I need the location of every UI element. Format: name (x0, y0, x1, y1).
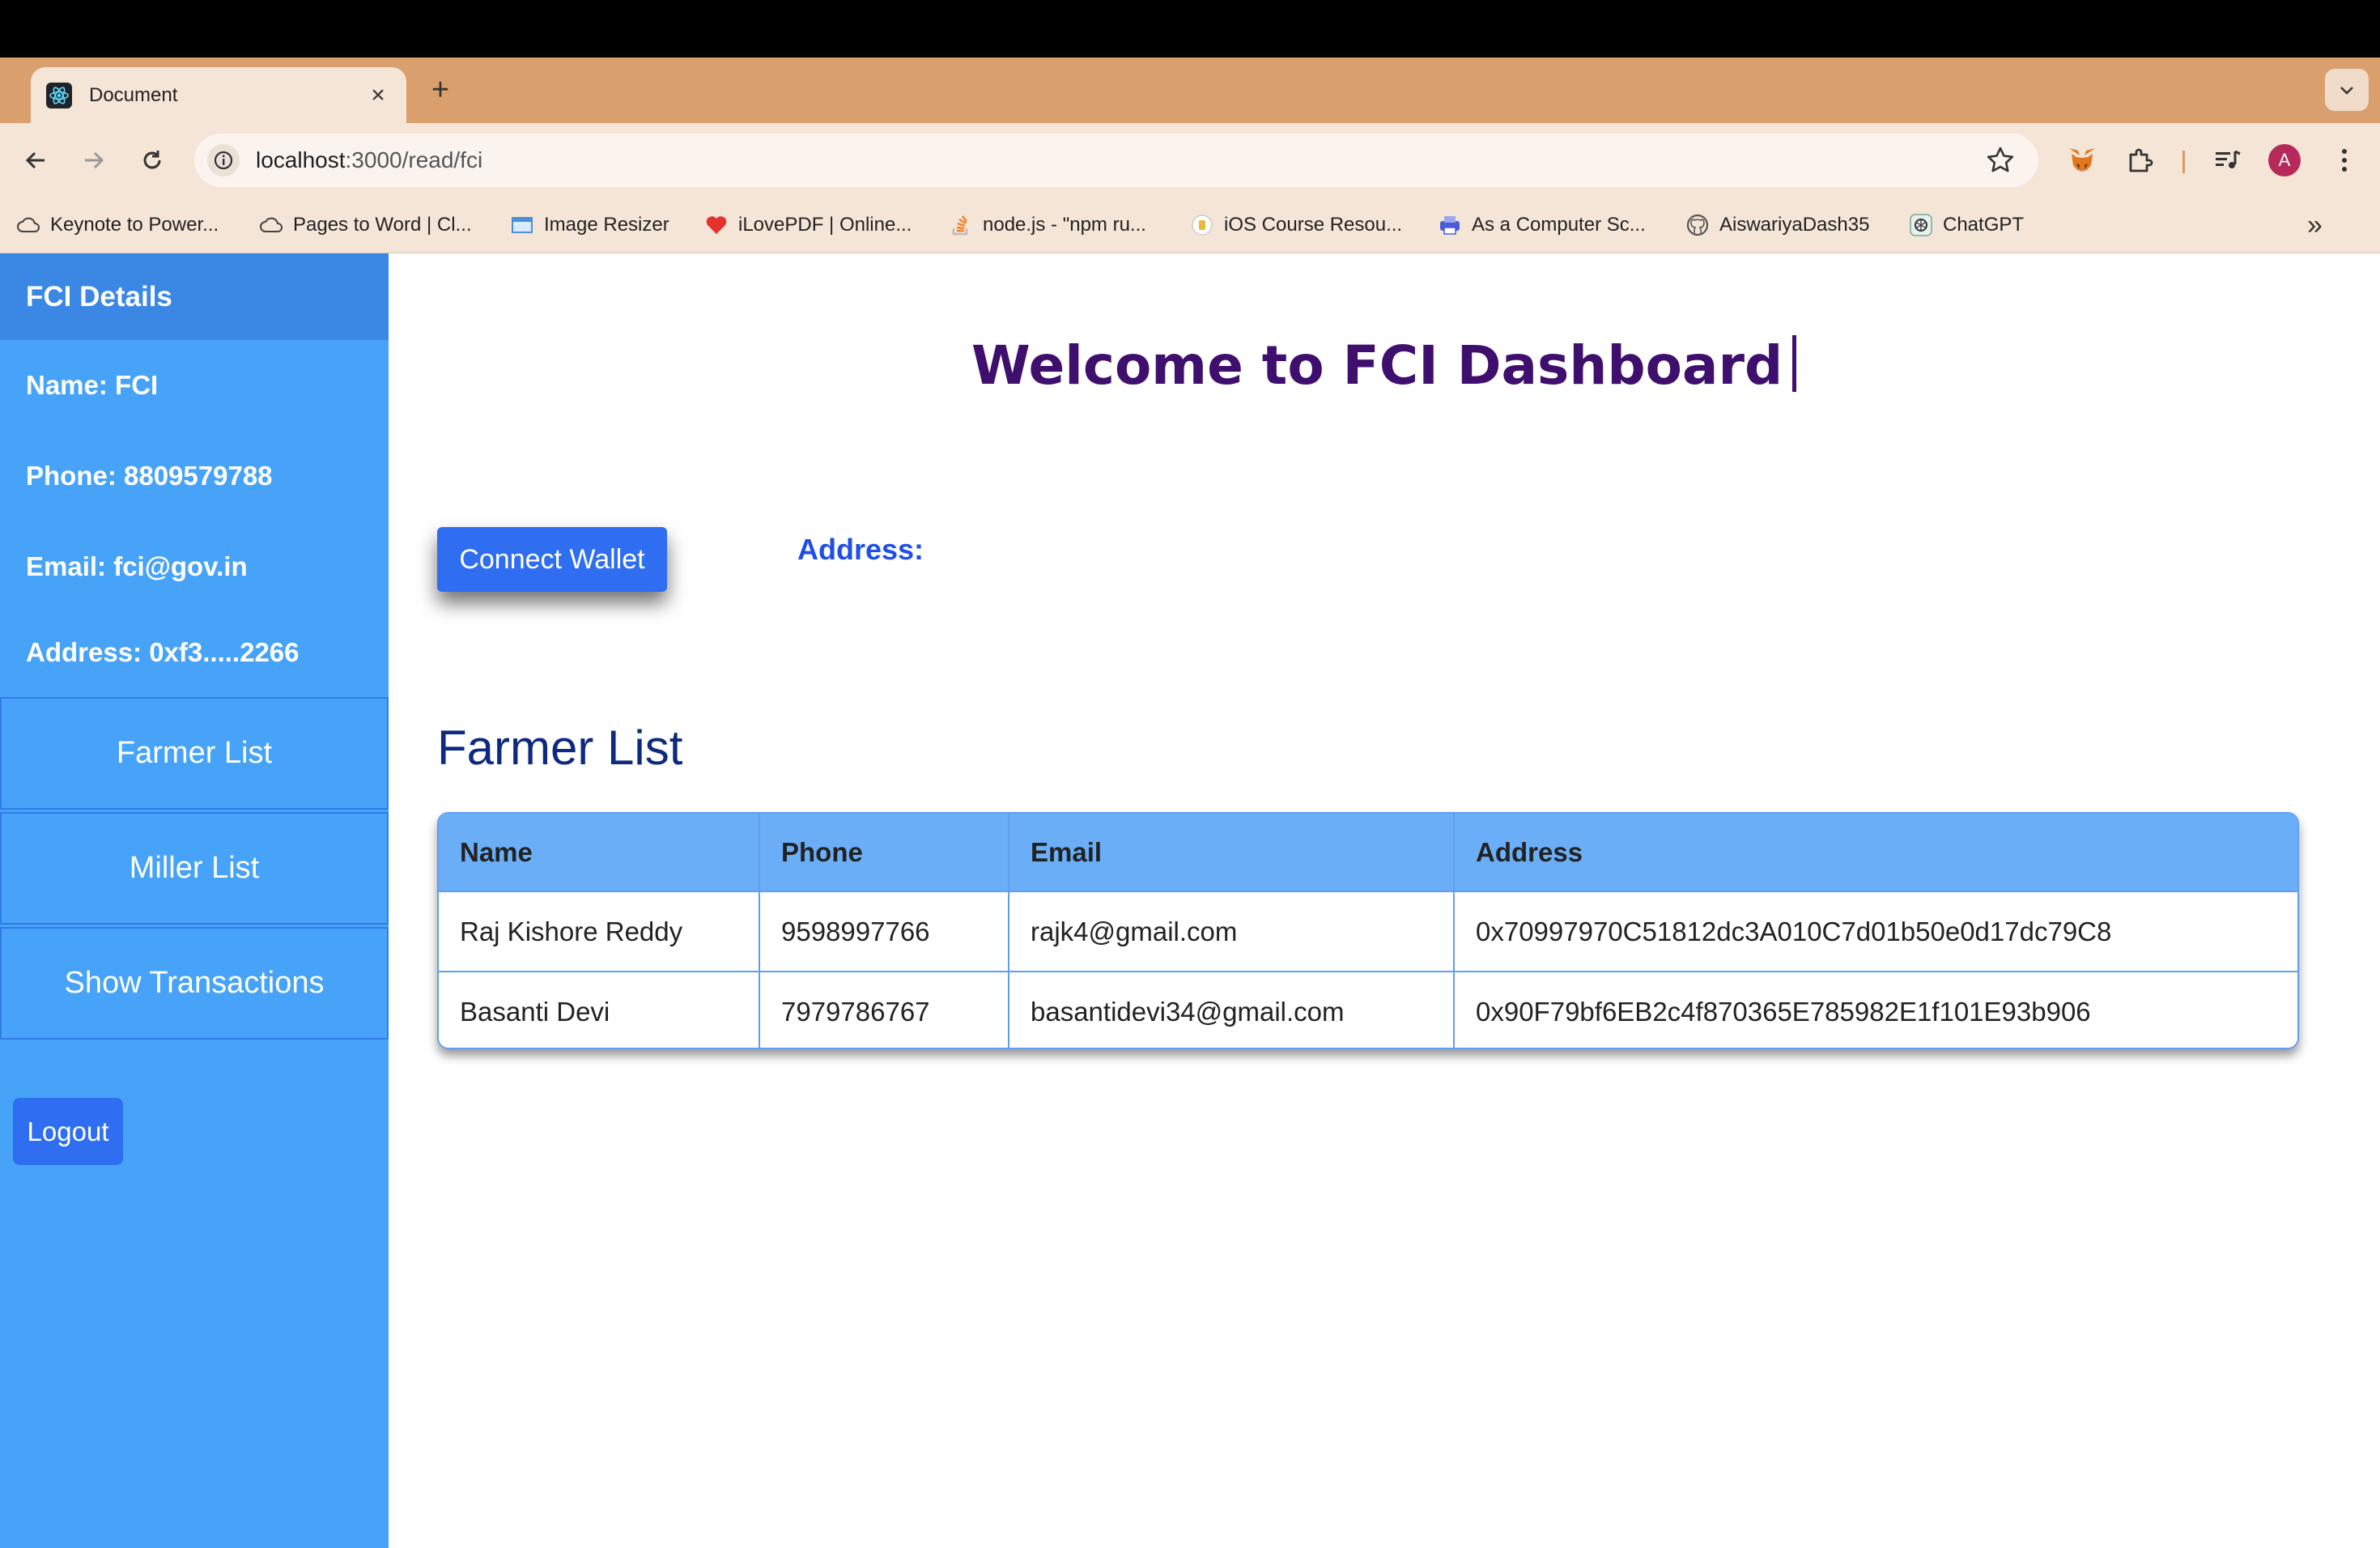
bookmarks-bar: Keynote to Power... Pages to Word | Cl..… (0, 197, 2380, 253)
page-content: FCI Details Name: FCI Phone: 8809579788 … (0, 253, 2380, 1548)
bookmark-label: Pages to Word | Cl... (293, 214, 472, 236)
bookmark-item[interactable]: Keynote to Power... (16, 197, 219, 253)
url-path: :3000/read/fci (345, 147, 483, 172)
fci-email: Email: fci@gov.in (26, 551, 248, 581)
cell-address: 0x90F79bf6EB2c4f870365E785982E1f101E93b9… (1453, 971, 2297, 1048)
cell-email: rajk4@gmail.com (1008, 891, 1454, 972)
stackoverflow-icon (949, 213, 973, 237)
browser-tab[interactable]: Document × (31, 67, 406, 123)
logout-button[interactable]: Logout (13, 1098, 123, 1165)
site-info-icon[interactable] (207, 144, 240, 176)
sidebar-title: FCI Details (0, 253, 389, 340)
typing-caret (1792, 335, 1797, 392)
show-transactions-button[interactable]: Show Transactions (0, 927, 389, 1040)
page-title: Welcome to FCI Dashboard (971, 334, 1797, 397)
address-bar[interactable]: localhost:3000/read/fci (194, 134, 2038, 187)
wallet-address-label: Address: (797, 533, 924, 566)
table-row: Raj Kishore Reddy 9598997766 rajk4@gmail… (439, 891, 2297, 972)
main-panel: Welcome to FCI Dashboard Connect Wallet … (389, 253, 2380, 1548)
image-resizer-icon (510, 213, 534, 237)
fci-name: Name: FCI (26, 370, 159, 400)
bookmark-label: AiswariyaDash35 (1719, 214, 1870, 236)
table-header-row: Name Phone Email Address (439, 814, 2297, 891)
bookmark-item[interactable]: AiswariyaDash35 (1685, 197, 1869, 253)
cell-name: Basanti Devi (439, 971, 759, 1048)
bookmark-item[interactable]: iOS Course Resou... (1190, 197, 1402, 253)
chatgpt-icon (1909, 213, 1933, 237)
farmer-table: Name Phone Email Address Raj Kishore Red… (437, 812, 2299, 1049)
cell-email: basantidevi34@gmail.com (1008, 971, 1454, 1048)
cell-address: 0x70997970C51812dc3A010C7d01b50e0d17dc79… (1453, 891, 2297, 972)
bookmark-label: node.js - "npm ru... (983, 214, 1146, 236)
tab-title: Document (89, 83, 178, 106)
cell-name: Raj Kishore Reddy (439, 891, 759, 972)
tab-strip: Document × + (0, 57, 2380, 123)
column-header-name: Name (439, 814, 759, 891)
url-host: localhost (256, 147, 346, 172)
column-header-email: Email (1008, 814, 1454, 891)
toolbar-separator (2182, 151, 2185, 173)
cloud-icon (16, 213, 40, 237)
bookmark-star-icon[interactable] (1985, 145, 2016, 176)
bookmark-item[interactable]: As a Computer Sc... (1438, 197, 1646, 253)
bookmark-item[interactable]: Image Resizer (510, 197, 669, 253)
bookmark-label: ChatGPT (1943, 214, 2025, 236)
bookmark-item[interactable]: node.js - "npm ru... (949, 197, 1146, 253)
github-icon (1685, 213, 1710, 237)
react-icon (45, 82, 73, 109)
column-header-address: Address (1453, 814, 2297, 891)
bookmark-item[interactable]: Pages to Word | Cl... (259, 197, 472, 253)
metamask-fox-icon[interactable] (2063, 141, 2102, 180)
table-row: Basanti Devi 7979786767 basantidevi34@gm… (439, 971, 2297, 1048)
fci-address: Address: 0xf3.....2266 (26, 637, 300, 667)
bookmark-label: Keynote to Power... (50, 214, 219, 236)
profile-avatar[interactable]: A (2268, 144, 2301, 176)
bookmark-label: Image Resizer (544, 214, 669, 236)
bookmark-item[interactable]: ChatGPT (1909, 197, 2024, 253)
cell-phone: 7979786767 (759, 971, 1009, 1048)
printer-icon (1438, 213, 1462, 237)
farmer-list-button[interactable]: Farmer List (0, 697, 389, 810)
welcome-text: Welcome to FCI Dashboard (971, 334, 1783, 397)
bookmark-item[interactable]: iLovePDF | Online... (704, 197, 912, 253)
connect-wallet-button[interactable]: Connect Wallet (437, 527, 667, 592)
tab-search-chevron-icon[interactable] (2325, 69, 2369, 111)
url-text: localhost:3000/read/fci (256, 147, 482, 173)
fci-phone: Phone: 8809579788 (26, 461, 273, 491)
bookmark-label: iOS Course Resou... (1224, 214, 1403, 236)
sidebar: FCI Details Name: FCI Phone: 8809579788 … (0, 253, 389, 1548)
cell-phone: 9598997766 (759, 891, 1009, 972)
browser-menu-icon[interactable] (2325, 141, 2364, 180)
bookmark-label: iLovePDF | Online... (738, 214, 912, 236)
back-arrow-icon[interactable] (16, 141, 55, 180)
screen-top-bar (0, 0, 2380, 57)
close-tab-icon[interactable]: × (364, 82, 392, 109)
bookmarks-overflow-icon[interactable]: » (2307, 210, 2323, 241)
reload-icon[interactable] (133, 141, 172, 180)
forward-arrow-icon[interactable] (74, 141, 113, 180)
new-tab-icon[interactable]: + (424, 74, 457, 106)
media-controls-icon[interactable] (2208, 141, 2247, 180)
ios-course-icon (1190, 213, 1214, 237)
bookmark-label: As a Computer Sc... (1472, 214, 1646, 236)
cloud-icon (259, 213, 283, 237)
extensions-puzzle-icon[interactable] (2121, 141, 2160, 180)
ilovepdf-heart-icon (704, 213, 729, 237)
farmer-list-heading: Farmer List (437, 721, 683, 775)
browser-toolbar: localhost:3000/read/fci A (0, 123, 2380, 197)
column-header-phone: Phone (759, 814, 1009, 891)
miller-list-button[interactable]: Miller List (0, 812, 389, 925)
